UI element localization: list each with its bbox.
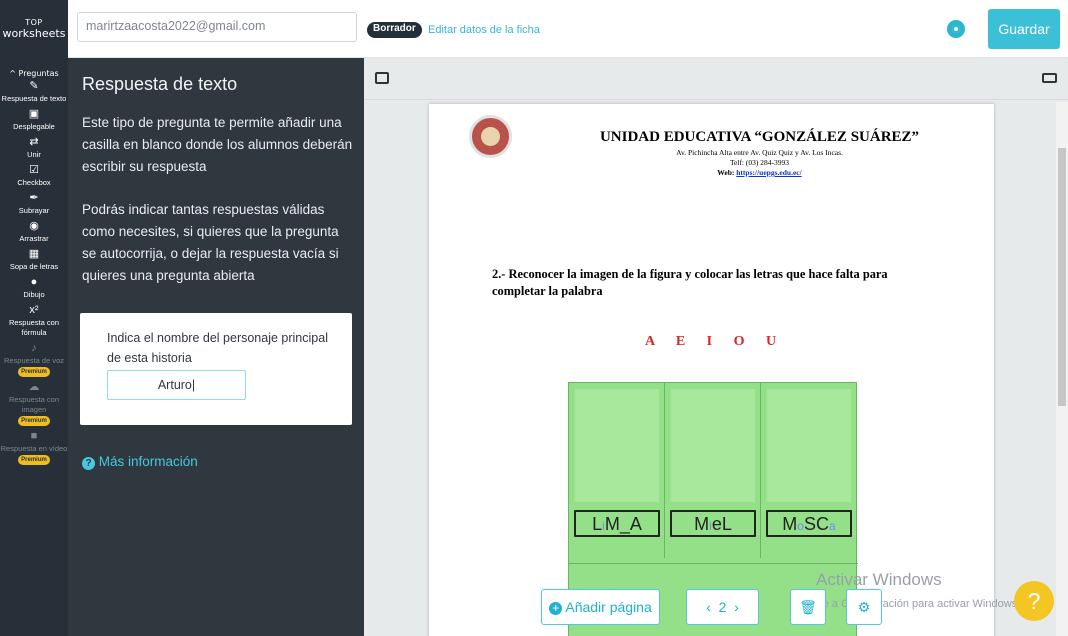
gear-icon: ⚙: [857, 599, 871, 615]
example-answer-field[interactable]: Arturo|: [107, 370, 246, 400]
tool-drawing[interactable]: ● Dibujo: [0, 275, 68, 300]
drag-icon: ◉: [29, 220, 39, 232]
scrollbar-thumb[interactable]: [1058, 148, 1066, 406]
plus-icon: +: [549, 602, 563, 615]
tool-text-answer[interactable]: ✎ Respuesta de texto: [0, 79, 68, 104]
grid-cell-honey: MieL: [665, 383, 761, 558]
school-web: Web: https://uepgs.edu.ec/: [717, 168, 802, 177]
add-page-button[interactable]: + Añadir página: [541, 589, 660, 625]
school-phone: Telf: (03) 284-3993: [729, 158, 790, 167]
worksheet-page: UNIDAD EDUCATIVA “GONZÁLEZ SUÁREZ” Av. P…: [429, 104, 994, 636]
panel-description-more: Podrás indicar tantas respuestas válidas…: [82, 202, 339, 283]
camera-icon: ☁: [28, 381, 40, 393]
instruction-text: 2.- Reconocer la imagen de la figura y c…: [492, 267, 888, 298]
file-tool-illustration: [575, 389, 659, 502]
grid-cell-file: LiM_A: [569, 383, 665, 558]
video-icon: ■: [30, 430, 38, 442]
brand-logo[interactable]: TOP worksheets: [0, 0, 68, 58]
tool-checkbox[interactable]: ☑ Checkbox: [0, 163, 68, 188]
formula-icon: x²: [29, 304, 39, 316]
chevron-right-icon[interactable]: ›: [734, 599, 739, 615]
word-box: LiM_A: [574, 510, 660, 537]
top-bar: TOP worksheets marirtzaacosta2022@gmail.…: [0, 0, 1068, 58]
worksheet-viewer: UNIDAD EDUCATIVA “GONZÁLEZ SUÁREZ” Av. P…: [364, 58, 1068, 636]
more-info-link[interactable]: ? Más información: [82, 454, 198, 470]
page-number: 2: [718, 599, 727, 615]
tool-formula[interactable]: x² Respuesta con fórmula: [0, 303, 68, 338]
image-icon[interactable]: [375, 72, 389, 84]
grid-icon: ▦: [28, 248, 40, 260]
eye-icon[interactable]: [947, 20, 965, 38]
panel-description: Este tipo de pregunta te permite añadir …: [82, 115, 353, 174]
tool-image[interactable]: ☁ Respuesta con imagen Premium: [0, 380, 68, 426]
answer-field[interactable]: o: [797, 519, 804, 533]
fly-illustration: [767, 389, 851, 502]
tool-underline[interactable]: ✒ Subrayar: [0, 191, 68, 216]
help-icon: ?: [82, 457, 95, 470]
school-web-link[interactable]: https://uepgs.edu.ec/: [736, 168, 801, 177]
microphone-icon: ♪: [31, 342, 37, 354]
panel-title: Respuesta de texto: [82, 74, 238, 94]
school-name: UNIDAD EDUCATIVA “GONZÁLEZ SUÁREZ”: [599, 129, 920, 145]
questions-collapse-toggle[interactable]: ^ Preguntas: [0, 69, 68, 78]
chevron-left-icon[interactable]: ‹: [706, 599, 711, 615]
answer-field[interactable]: a: [829, 519, 836, 533]
school-address: Av. Pichincha Alta entre Av. Quiz Quiz y…: [676, 148, 843, 157]
tool-drag[interactable]: ◉ Arrastrar: [0, 219, 68, 244]
brand-name-text: worksheets: [2, 27, 66, 40]
email-field[interactable]: marirtzaacosta2022@gmail.com: [77, 12, 357, 42]
tool-word-search[interactable]: ▦ Sopa de letras: [0, 247, 68, 272]
tool-join[interactable]: ⇄ Unir: [0, 135, 68, 160]
grid-row-divider: [569, 563, 858, 564]
honey-jar-illustration: [671, 389, 755, 502]
tool-dropdown[interactable]: ▣ Desplegable: [0, 107, 68, 132]
help-panel: Respuesta de texto Este tipo de pregunta…: [68, 58, 364, 636]
viewer-divider: [364, 99, 1068, 100]
draft-badge: Borrador: [367, 22, 422, 38]
edit-sheet-link[interactable]: Editar datos de la ficha: [428, 24, 540, 36]
premium-badge: Premium: [18, 367, 50, 377]
premium-badge: Premium: [18, 416, 50, 426]
example-card: Indica el nombre del personaje principal…: [80, 313, 352, 425]
grid-cell-fly: MoSCa: [761, 383, 857, 558]
page-settings-button[interactable]: ⚙: [846, 589, 882, 625]
tool-voice[interactable]: ♪ Respuesta de voz Premium: [0, 341, 68, 377]
palette-icon: ●: [30, 276, 38, 288]
question-toolbar: ^ Preguntas ✎ Respuesta de texto ▣ Despleg…: [0, 58, 68, 636]
marker-icon: ✒: [29, 192, 39, 204]
premium-badge: Premium: [18, 455, 50, 465]
delete-page-button[interactable]: 🗑: [790, 589, 826, 625]
windows-watermark: Activar Windows: [816, 570, 942, 589]
keyboard-icon[interactable]: [1042, 73, 1057, 83]
vowels-row: A E I O U: [645, 334, 777, 349]
page-pager: ‹ 2 ›: [686, 589, 759, 625]
example-question: Indica el nombre del personaje principal…: [107, 331, 328, 365]
swap-icon: ⇄: [29, 136, 39, 148]
word-box: MoSCa: [766, 510, 852, 537]
save-button[interactable]: Guardar: [988, 9, 1060, 49]
help-button[interactable]: ?: [1014, 581, 1054, 621]
word-box: MieL: [670, 510, 756, 537]
tool-video[interactable]: ■ Respuesta en vídeo Premium: [0, 429, 68, 465]
checkbox-icon: ☑: [29, 164, 39, 176]
brand-top-text: TOP: [25, 18, 43, 27]
dropdown-icon: ▣: [28, 108, 40, 120]
vertical-scrollbar[interactable]: [1056, 102, 1068, 636]
trash-icon: 🗑: [799, 599, 817, 615]
edit-icon: ✎: [29, 80, 39, 92]
